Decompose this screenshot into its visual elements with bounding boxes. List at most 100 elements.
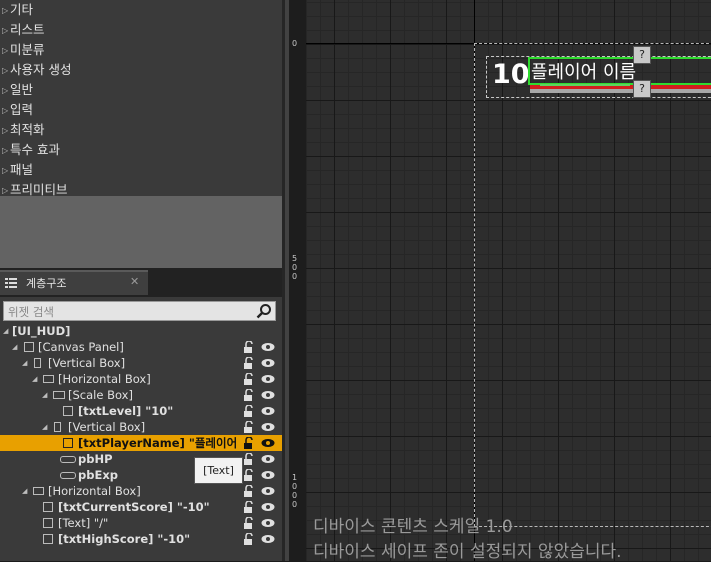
lock-open-icon[interactable]	[243, 357, 255, 369]
lock-open-icon[interactable]	[243, 533, 255, 545]
search-placeholder: 위젯 검색	[8, 305, 54, 319]
palette-category-label: 특수 효과	[10, 142, 60, 157]
lock-open-icon[interactable]	[243, 437, 255, 449]
anchor-question-button[interactable]: ?	[633, 46, 651, 64]
tree-row-txt-level[interactable]: [txtLevel] "10"	[0, 403, 282, 419]
eye-icon[interactable]	[261, 501, 275, 513]
text-widget-icon	[43, 502, 53, 512]
palette-category-label: 프리미티브	[10, 182, 68, 197]
horizontal-box-icon	[43, 375, 54, 383]
expand-arrow-icon[interactable]: ◢	[22, 355, 27, 371]
tree-row-label: [Vertical Box]	[68, 420, 146, 434]
canvas-panel-icon	[24, 342, 34, 352]
expand-arrow-icon[interactable]: ◢	[42, 387, 47, 403]
lock-open-icon[interactable]	[243, 341, 255, 353]
eye-icon[interactable]	[261, 341, 275, 353]
palette-category-optimization[interactable]: ▷ 최적화	[0, 120, 282, 140]
progress-bar-icon	[60, 472, 76, 479]
tree-row-vertical-box[interactable]: ◢ [Vertical Box]	[0, 355, 282, 371]
chevron-right-icon: ▷	[2, 66, 9, 75]
expand-arrow-icon[interactable]: ◢	[12, 339, 17, 355]
tree-row-horizontal-box[interactable]: ◢ [Horizontal Box]	[0, 371, 282, 387]
palette-category-common[interactable]: ▷ 일반	[0, 80, 282, 100]
chevron-right-icon: ▷	[2, 6, 9, 15]
lock-open-icon[interactable]	[243, 501, 255, 513]
hp-bar-highlight	[540, 84, 630, 86]
hierarchy-panel: 위젯 검색 ◢ [UI_HUD] ◢ [Canvas Panel] ◢ [Ver…	[0, 297, 282, 561]
search-icon[interactable]	[256, 303, 272, 319]
eye-icon[interactable]	[261, 421, 275, 433]
eye-icon[interactable]	[261, 437, 275, 449]
tree-row-txt-high-score[interactable]: [txtHighScore] "-10"	[0, 531, 282, 547]
expand-arrow-icon[interactable]: ◢	[3, 323, 8, 339]
palette-category-panel[interactable]: ▷ 패널	[0, 160, 282, 180]
lock-open-icon[interactable]	[243, 517, 255, 529]
lock-open-icon[interactable]	[243, 453, 255, 465]
lock-open-icon[interactable]	[243, 389, 255, 401]
tree-row-label: [txtCurrentScore] "-10"	[58, 500, 210, 514]
player-name-preview[interactable]: 플레이어 이름	[531, 58, 636, 84]
tree-row-label: pbExp	[78, 468, 118, 482]
widget-search-input[interactable]: 위젯 검색	[3, 301, 276, 321]
palette-category-label: 입력	[10, 102, 34, 117]
eye-icon[interactable]	[261, 453, 275, 465]
eye-icon[interactable]	[261, 373, 275, 385]
tree-row-label: [txtPlayerName] "플레이어 이	[78, 436, 241, 450]
vertical-box-icon	[34, 358, 41, 368]
palette-category-label: 일반	[10, 82, 34, 97]
tree-row-label: [Horizontal Box]	[58, 372, 151, 386]
eye-icon[interactable]	[261, 469, 275, 481]
expand-arrow-icon[interactable]: ◢	[32, 371, 37, 387]
palette-category-special-effects[interactable]: ▷ 특수 효과	[0, 140, 282, 160]
eye-icon[interactable]	[261, 485, 275, 497]
chevron-right-icon: ▷	[2, 86, 9, 95]
tree-row-root[interactable]: ◢ [UI_HUD]	[0, 323, 282, 339]
tree-row-vertical-box-2[interactable]: ◢ [Vertical Box]	[0, 419, 282, 435]
close-icon[interactable]: ✕	[130, 275, 139, 288]
palette-category-list[interactable]: ▷ 리스트	[0, 20, 282, 40]
tree-row-label: [txtLevel] "10"	[78, 404, 174, 418]
chevron-right-icon: ▷	[2, 126, 9, 135]
lock-open-icon[interactable]	[243, 421, 255, 433]
palette-category-user-created[interactable]: ▷ 사용자 생성	[0, 60, 282, 80]
palette-category-input[interactable]: ▷ 입력	[0, 100, 282, 120]
lock-open-icon[interactable]	[243, 373, 255, 385]
palette-category-misc[interactable]: ▷ 기타	[0, 0, 282, 20]
lock-open-icon[interactable]	[243, 469, 255, 481]
palette-category-label: 미분류	[10, 42, 45, 57]
tree-row-horizontal-box-2[interactable]: ◢ [Horizontal Box]	[0, 483, 282, 499]
ruler-label-0: 0	[292, 39, 298, 48]
eye-icon[interactable]	[261, 533, 275, 545]
text-widget-icon	[43, 534, 53, 544]
chevron-right-icon: ▷	[2, 46, 9, 55]
palette-list: ▷ 기타 ▷ 리스트 ▷ 미분류 ▷ 사용자 생성 ▷ 일반 ▷ 입력 ▷ 최적화 ▷ 특수 효…	[0, 0, 282, 197]
level-text-preview[interactable]: 10	[492, 59, 530, 90]
tree-row-label: [Text] "/"	[58, 516, 109, 530]
eye-icon[interactable]	[261, 517, 275, 529]
tab-hierarchy[interactable]: 계층구조 ✕	[0, 270, 148, 295]
horizontal-box-icon	[33, 487, 44, 495]
tree-row-txt-current-score[interactable]: [txtCurrentScore] "-10"	[0, 499, 282, 515]
lock-open-icon[interactable]	[243, 405, 255, 417]
tooltip: [Text]	[194, 457, 243, 484]
expand-arrow-icon[interactable]: ◢	[22, 483, 27, 499]
tree-row-label: pbHP	[78, 452, 113, 466]
expand-arrow-icon[interactable]: ◢	[42, 419, 47, 435]
eye-icon[interactable]	[261, 405, 275, 417]
dpi-scale-notice: 디바이스 콘텐츠 스케일 1.0	[313, 517, 513, 537]
eye-icon[interactable]	[261, 357, 275, 369]
exp-bar-preview[interactable]	[530, 89, 711, 93]
palette-category-label: 사용자 생성	[10, 62, 72, 77]
tree-row-txt-player-name[interactable]: [txtPlayerName] "플레이어 이	[0, 435, 282, 451]
tree-row-canvas-panel[interactable]: ◢ [Canvas Panel]	[0, 339, 282, 355]
lock-open-icon[interactable]	[243, 485, 255, 497]
scale-box-icon	[53, 391, 65, 399]
eye-icon[interactable]	[261, 389, 275, 401]
anchor-question-button[interactable]: ?	[633, 80, 651, 98]
tree-row-label: [Scale Box]	[68, 388, 133, 402]
tree-row-scale-box[interactable]: ◢ [Scale Box]	[0, 387, 282, 403]
palette-category-uncategorized[interactable]: ▷ 미분류	[0, 40, 282, 60]
vertical-box-icon	[54, 422, 61, 432]
tree-row-text-slash[interactable]: [Text] "/"	[0, 515, 282, 531]
chevron-right-icon: ▷	[2, 166, 9, 175]
